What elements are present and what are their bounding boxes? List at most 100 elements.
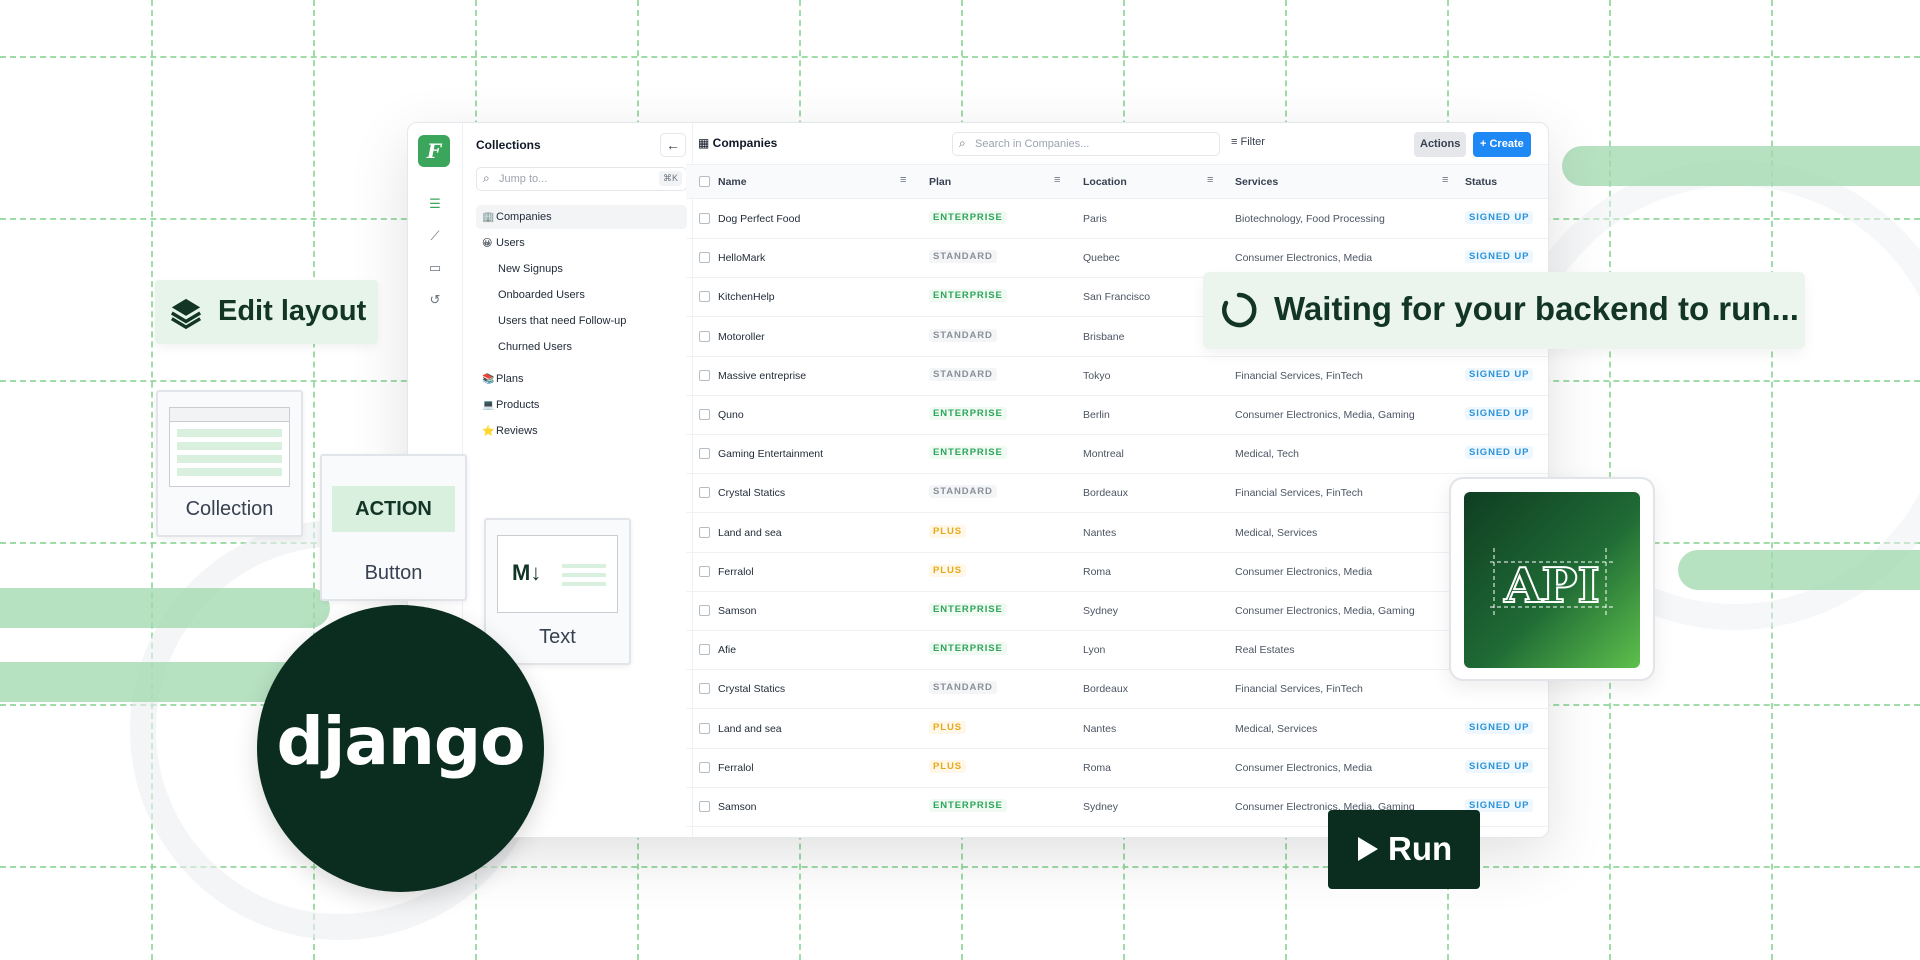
column-filter-icon[interactable]: ≡ bbox=[1442, 174, 1448, 186]
table-row[interactable]: Afie ENTERPRISE Lyon Real Estates bbox=[686, 631, 1548, 671]
sidebar-item-onboarded-users[interactable]: Onboarded Users bbox=[476, 283, 687, 307]
row-checkbox[interactable] bbox=[699, 565, 710, 577]
topbar: ▦ Companies ⌕ Search in Companies... ≡ F… bbox=[686, 123, 1548, 165]
row-checkbox[interactable] bbox=[699, 448, 710, 460]
collection-icon: 😀 bbox=[482, 238, 493, 249]
search-icon: ⌕ bbox=[483, 171, 490, 185]
row-checkbox[interactable] bbox=[699, 369, 710, 381]
back-arrow-icon[interactable]: ← bbox=[660, 133, 686, 157]
sidebar-item-products[interactable]: 💻 Products bbox=[476, 393, 687, 417]
table-row[interactable]: Samson ENTERPRISE Sydney Consumer Electroni… bbox=[686, 592, 1548, 631]
row-checkbox[interactable] bbox=[699, 683, 710, 695]
cell-location: Roma bbox=[1083, 761, 1112, 774]
chart-icon[interactable]: ⟋ bbox=[425, 227, 445, 245]
cell-location: Roma bbox=[1083, 565, 1112, 578]
table-row[interactable]: Gaming Entertainment ENTERPRISE Montreal Me… bbox=[686, 435, 1548, 475]
text-widget-card[interactable]: M↓ Text bbox=[484, 518, 631, 665]
sidebar-item-churned-users[interactable]: Churned Users bbox=[476, 335, 687, 359]
table-row[interactable]: Ferralol PLUS Roma Consumer Electronics, Me… bbox=[686, 749, 1548, 788]
cell-name: Gaming Entertainment bbox=[718, 448, 824, 461]
background-band bbox=[1678, 550, 1920, 590]
filter-button[interactable]: ≡ Filter bbox=[1231, 136, 1265, 148]
cell-services: Medical, Services bbox=[1235, 722, 1318, 735]
table-row[interactable]: Crystal Statics STANDARD Bordeaux Financial… bbox=[686, 670, 1548, 710]
table-row[interactable]: Land and sea PLUS Nantes Medical, Services bbox=[686, 514, 1548, 553]
plan-badge: ENTERPRISE bbox=[929, 799, 1007, 812]
status-badge: SIGNED UP bbox=[1465, 446, 1534, 460]
plan-badge: ENTERPRISE bbox=[929, 642, 1007, 656]
cell-services: Financial Services, FinTech bbox=[1235, 487, 1363, 500]
action-button-preview: ACTION bbox=[332, 486, 455, 532]
cell-services: Medical, Services bbox=[1235, 526, 1318, 539]
table-row[interactable]: Land and sea PLUS Nantes Medical, Services S… bbox=[686, 710, 1548, 749]
history-icon[interactable]: ↺ bbox=[425, 291, 445, 309]
row-checkbox[interactable] bbox=[699, 761, 710, 773]
status-badge: SIGNED UP bbox=[1465, 367, 1534, 381]
cell-services: Financial Services, FinTech bbox=[1235, 683, 1363, 696]
cell-location: Bordeaux bbox=[1083, 487, 1128, 500]
row-checkbox[interactable] bbox=[699, 487, 710, 499]
row-checkbox[interactable] bbox=[699, 213, 710, 224]
column-services[interactable]: Services bbox=[1235, 176, 1278, 188]
background-band bbox=[0, 588, 330, 628]
list-icon[interactable]: ☰ bbox=[425, 195, 445, 213]
status-badge: SIGNED UP bbox=[1465, 759, 1534, 773]
chat-icon[interactable]: ▭ bbox=[425, 259, 445, 277]
row-checkbox[interactable] bbox=[699, 526, 710, 538]
select-all-checkbox[interactable] bbox=[699, 176, 710, 187]
row-checkbox[interactable] bbox=[699, 801, 710, 812]
actions-button[interactable]: Actions bbox=[1414, 132, 1467, 157]
table-row[interactable]: Ferralol PLUS Roma Consumer Electronics, Me… bbox=[686, 553, 1548, 592]
row-checkbox[interactable] bbox=[699, 644, 710, 656]
column-filter-icon[interactable]: ≡ bbox=[1207, 174, 1213, 186]
row-checkbox[interactable] bbox=[699, 330, 710, 342]
cell-services: Consumer Electronics, Media, Gaming bbox=[1235, 605, 1415, 617]
play-icon bbox=[1358, 837, 1378, 861]
row-checkbox[interactable] bbox=[699, 409, 710, 420]
sidebar-item-companies[interactable]: 🏢 Companies bbox=[476, 205, 687, 229]
search-input[interactable]: ⌕ Search in Companies... bbox=[952, 132, 1220, 156]
table-row[interactable]: Massive entreprise STANDARD Tokyo Financial… bbox=[686, 357, 1548, 396]
row-checkbox[interactable] bbox=[699, 291, 710, 303]
column-plan[interactable]: Plan bbox=[929, 176, 951, 188]
sidebar-item-label: Products bbox=[496, 399, 540, 411]
sidebar-item-label: Plans bbox=[496, 373, 524, 385]
api-card[interactable]: API bbox=[1449, 477, 1655, 681]
column-status[interactable]: Status bbox=[1465, 176, 1497, 188]
plan-badge: PLUS bbox=[929, 720, 966, 734]
markdown-preview: M↓ bbox=[497, 535, 618, 613]
cell-services: Real Estates bbox=[1235, 644, 1295, 657]
logo-icon[interactable]: F bbox=[418, 135, 450, 167]
edit-layout-button[interactable]: Edit layout bbox=[155, 280, 378, 344]
sidebar-item-users[interactable]: 😀 Users bbox=[476, 231, 687, 255]
collection-widget-card[interactable]: Collection bbox=[156, 390, 303, 537]
jump-input[interactable]: ⌕ Jump to... ⌘K bbox=[476, 167, 687, 191]
button-widget-card[interactable]: ACTION Button bbox=[320, 454, 467, 601]
cell-location: Paris bbox=[1083, 213, 1107, 225]
create-button[interactable]: + Create bbox=[1473, 132, 1531, 157]
sidebar-item-users-that-need-follow-up[interactable]: Users that need Follow-up bbox=[476, 309, 687, 333]
edit-layout-label: Edit layout bbox=[218, 295, 367, 327]
table-row[interactable]: Quno ENTERPRISE Berlin Consumer Electronics… bbox=[686, 396, 1548, 435]
sidebar-item-reviews[interactable]: ⭐ Reviews bbox=[476, 419, 687, 443]
run-button[interactable]: Run bbox=[1328, 810, 1480, 889]
collections-title: Collections bbox=[476, 138, 541, 152]
cell-name: Ferralol bbox=[718, 565, 754, 578]
sidebar-item-plans[interactable]: 📚 Plans bbox=[476, 367, 687, 391]
column-name[interactable]: Name bbox=[718, 176, 747, 188]
cell-services: Biotechnology, Food Processing bbox=[1235, 213, 1385, 225]
cell-services: Medical, Tech bbox=[1235, 448, 1300, 461]
plan-badge: STANDARD bbox=[929, 328, 997, 342]
cell-location: Montreal bbox=[1083, 448, 1124, 461]
collection-icon: 💻 bbox=[482, 400, 495, 411]
table-row[interactable]: Crystal Statics STANDARD Bordeaux Financial… bbox=[686, 474, 1548, 514]
row-checkbox[interactable] bbox=[699, 605, 710, 616]
column-filter-icon[interactable]: ≡ bbox=[1054, 174, 1060, 186]
sidebar-item-new-signups[interactable]: New Signups bbox=[476, 257, 687, 281]
column-location[interactable]: Location bbox=[1083, 176, 1127, 188]
cell-location: Tokyo bbox=[1083, 369, 1111, 382]
table-row[interactable]: Dog Perfect Food ENTERPRISE Paris Biotechno… bbox=[686, 200, 1548, 239]
column-filter-icon[interactable]: ≡ bbox=[900, 174, 906, 186]
row-checkbox[interactable] bbox=[699, 722, 710, 734]
row-checkbox[interactable] bbox=[699, 252, 710, 264]
